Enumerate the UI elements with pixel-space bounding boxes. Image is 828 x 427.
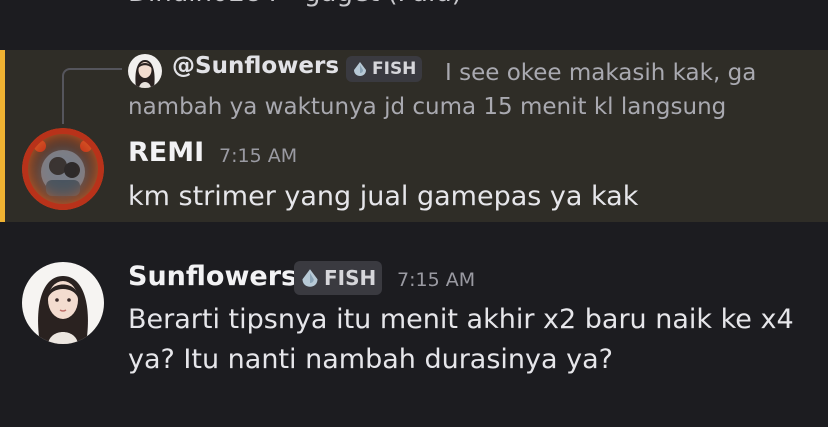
sunflowers-message-text: Berarti tipsnya itu menit akhir x2 baru … (128, 304, 794, 375)
reply-connector (62, 68, 122, 124)
fish-icon (300, 268, 320, 288)
reply-preview-text[interactable]: I see okee makasih kak, ga nambah ya wak… (128, 56, 788, 124)
remi-timestamp: 7:15 AM (219, 145, 298, 167)
sunflowers-avatar-icon (38, 276, 88, 344)
previous-message-text: Dindin0284 - gaget (Paid) (128, 0, 462, 8)
sunflowers-fish-badge[interactable]: FISH (294, 261, 383, 295)
sunflowers-badge-label: FISH (324, 266, 377, 290)
sunflowers-author-name[interactable]: Sunflowers (128, 261, 297, 292)
remi-author-name[interactable]: REMI (128, 137, 204, 168)
remi-avatar[interactable] (22, 128, 104, 210)
mention-bar (0, 50, 5, 222)
remi-message-text: km strimer yang jual gamepas ya kak (128, 181, 639, 212)
avatar-flame-frame (22, 128, 104, 210)
sunflowers-avatar[interactable] (22, 262, 104, 344)
sunflowers-timestamp: 7:15 AM (397, 269, 476, 291)
